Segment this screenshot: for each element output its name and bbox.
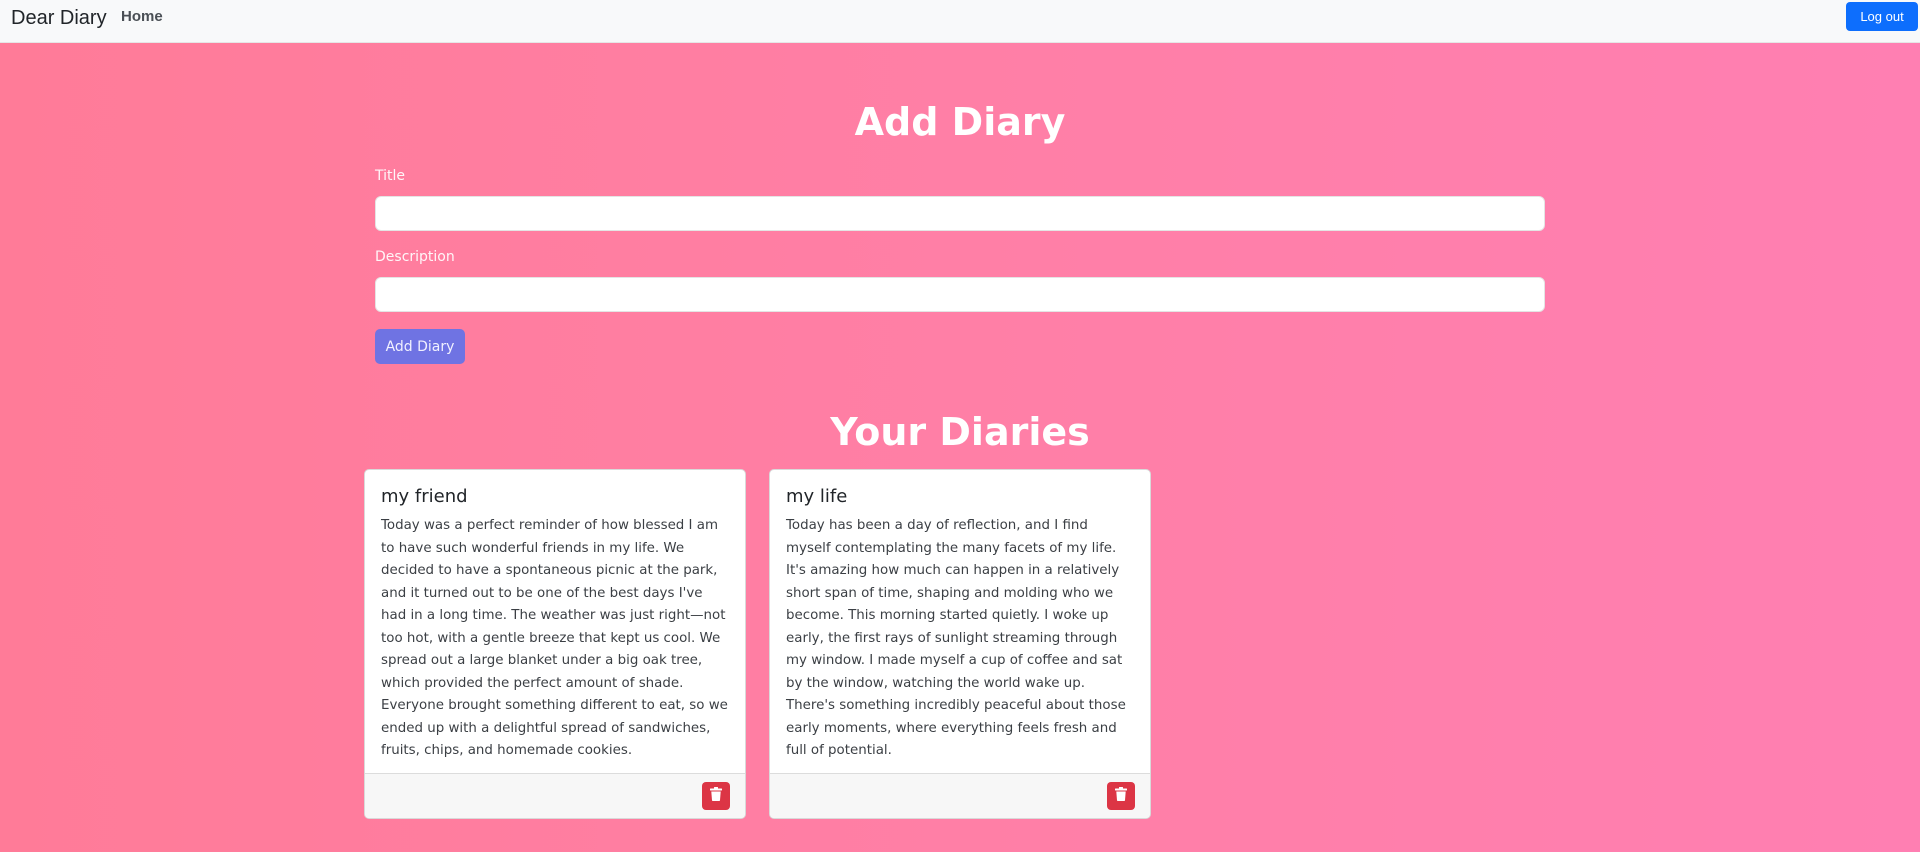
diary-card: my friend Today was a perfect reminder o… <box>364 469 746 819</box>
diary-card-text: Today has been a day of reflection, and … <box>786 518 1126 758</box>
diary-card-footer <box>770 772 1150 818</box>
diary-card-title: my life <box>786 486 848 507</box>
delete-diary-button[interactable] <box>1107 781 1135 810</box>
delete-diary-button[interactable] <box>702 781 730 810</box>
brand-logo[interactable]: Dear Diary <box>11 6 107 30</box>
trash-icon <box>710 787 722 804</box>
logout-button[interactable]: Log out <box>1846 2 1918 31</box>
description-label: Description <box>375 249 455 265</box>
title-input[interactable] <box>375 196 1545 231</box>
description-input[interactable] <box>375 277 1545 312</box>
diary-card-title: my friend <box>381 486 468 507</box>
diary-card-text: Today was a perfect reminder of how bles… <box>381 518 728 758</box>
diary-card-footer <box>365 772 745 818</box>
add-diary-button[interactable]: Add Diary <box>375 329 465 364</box>
diary-card: my life Today has been a day of reflecti… <box>769 469 1151 819</box>
trash-icon <box>1115 787 1127 804</box>
navbar: Dear Diary Home Log out <box>0 0 1920 43</box>
diary-card-body: my friend Today was a perfect reminder o… <box>365 470 745 773</box>
title-label: Title <box>375 168 406 184</box>
your-diaries-heading: Your Diaries <box>830 410 1090 454</box>
nav-home-link[interactable]: Home <box>121 7 163 27</box>
diary-card-body: my life Today has been a day of reflecti… <box>770 470 1150 773</box>
add-diary-heading: Add Diary <box>854 100 1066 144</box>
